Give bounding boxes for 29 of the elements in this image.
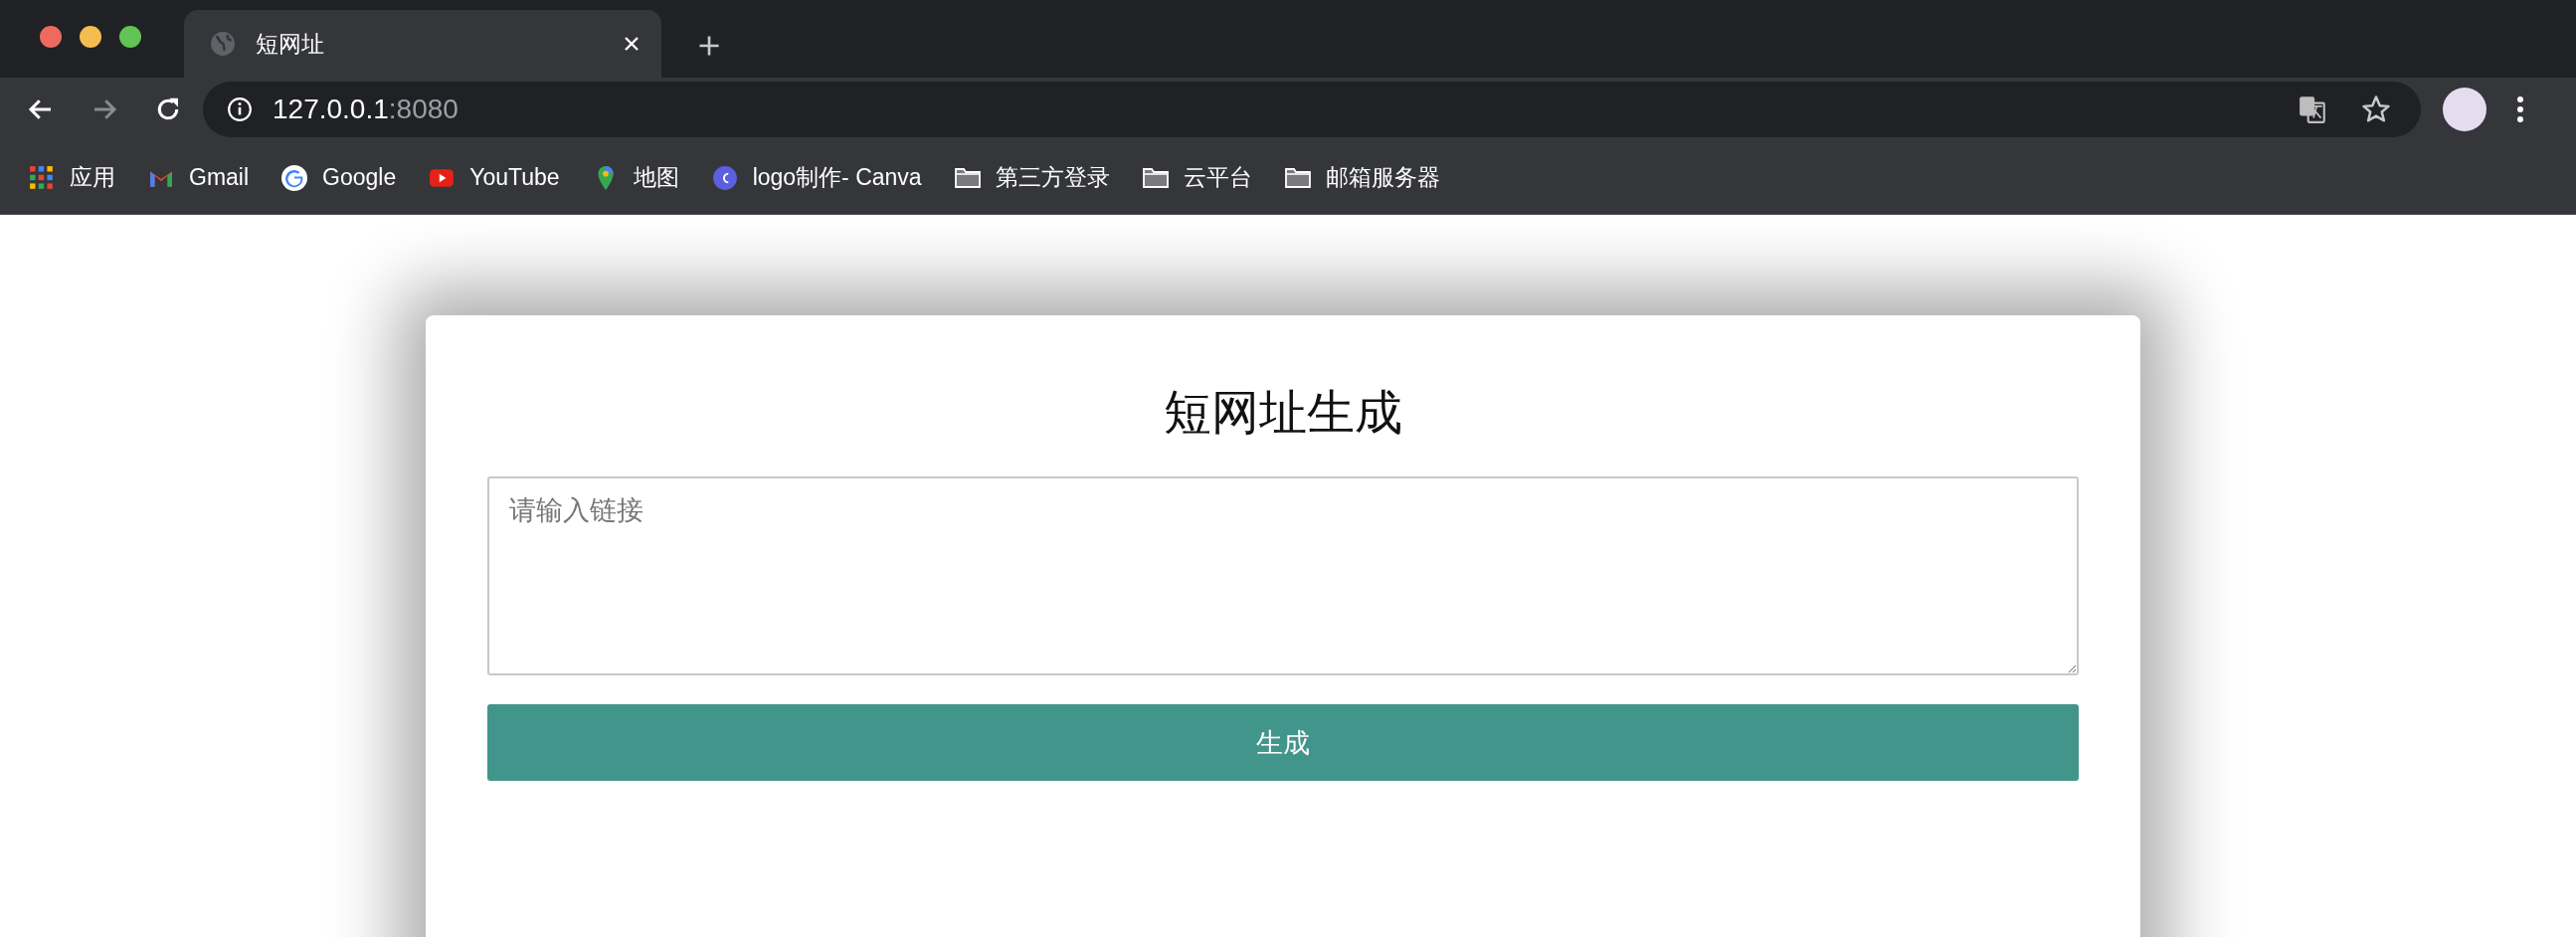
bookmark-link[interactable]: Gmail	[189, 164, 250, 191]
bookmark-link[interactable]: 第三方登录	[995, 162, 1110, 193]
info-icon	[227, 96, 253, 122]
apps-grid-icon[interactable]	[28, 164, 56, 191]
tab-title: 短网址	[256, 29, 325, 59]
globe-icon	[210, 31, 236, 57]
star-icon[interactable]	[2361, 94, 2391, 124]
bookmark-link[interactable]: 邮箱服务器	[1325, 162, 1440, 193]
page-title: 短网址生成	[1164, 385, 1402, 441]
generate-button[interactable]: 生成	[487, 704, 2079, 781]
bookmark-link[interactable]: Google	[322, 164, 397, 191]
bookmark-link[interactable]: 地图	[633, 162, 679, 193]
bookmark-link[interactable]: 云平台	[1183, 162, 1252, 193]
url-text: 127.0.0.1:8080	[273, 94, 459, 125]
menu-icon[interactable]	[2516, 95, 2524, 123]
close-window-icon[interactable]	[40, 26, 62, 48]
maximize-window-icon[interactable]	[119, 26, 141, 48]
minimize-window-icon[interactable]	[80, 26, 101, 48]
bookmark-link[interactable]: logo制作- Canva	[752, 162, 922, 193]
circle-letter-icon[interactable]	[710, 164, 739, 191]
avatar-icon[interactable]	[2443, 88, 2486, 131]
bookmark-link[interactable]: YouTube	[469, 164, 560, 191]
g-logo-icon[interactable]	[280, 164, 309, 191]
link-input-field[interactable]: 请输入链接	[487, 476, 2079, 675]
translate-icon[interactable]	[2298, 94, 2327, 124]
address-bar[interactable]: 127.0.0.1:8080	[203, 82, 2421, 137]
browser-tab[interactable]: 短网址	[184, 10, 661, 78]
new-tab-icon[interactable]	[697, 34, 721, 58]
bookmark-link[interactable]: 应用	[70, 162, 115, 193]
